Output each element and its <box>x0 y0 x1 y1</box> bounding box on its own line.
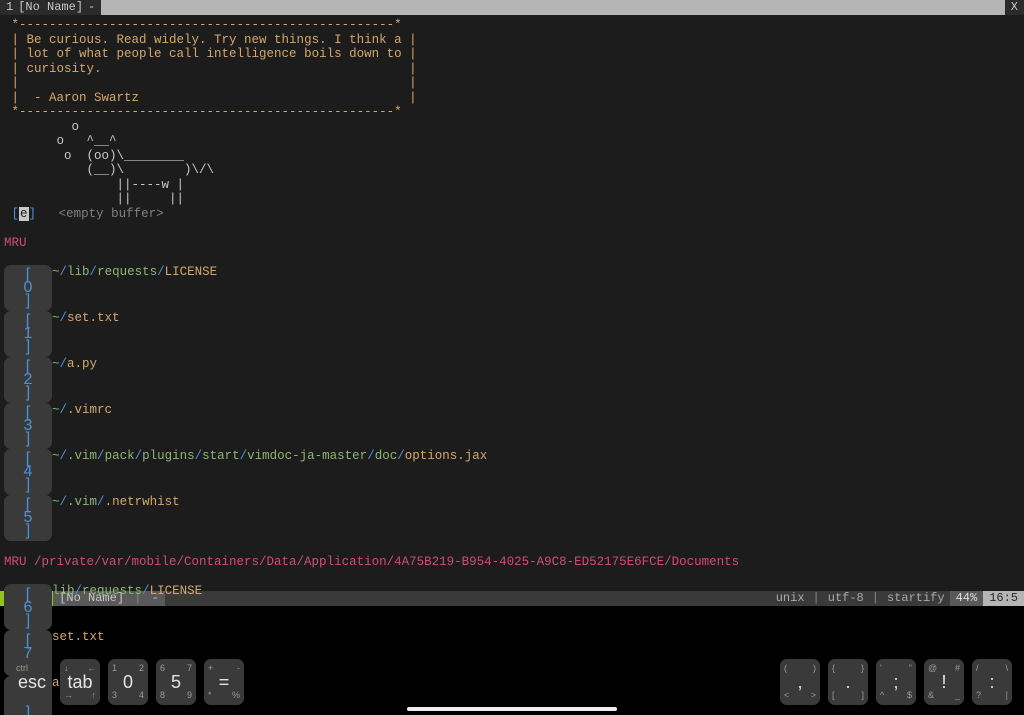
home-indicator <box>407 707 617 711</box>
soft-key[interactable]: 01234 <box>108 659 148 705</box>
mru-list-home: [0] ~/lib/requests/LICENSE [1] ~/set.txt… <box>0 265 1024 541</box>
mru-item[interactable]: [5] ~/.vim/.netrwhist <box>4 495 1024 541</box>
soft-key[interactable]: escctrl <box>12 659 52 705</box>
cow-ascii: o o ^__^ o (oo)\________ (__)\ )\/\ ||--… <box>0 120 1024 207</box>
tab-index: 1 <box>6 0 13 15</box>
soft-key[interactable]: tab↓←→↑ <box>60 659 100 705</box>
mru-item[interactable]: [0] ~/lib/requests/LICENSE <box>4 265 1024 311</box>
mru-heading: MRU <box>0 236 1024 251</box>
blank <box>0 221 1024 236</box>
soft-key[interactable]: .{}[] <box>828 659 868 705</box>
tab-current[interactable]: 1 [No Name] - <box>0 0 101 15</box>
buffer-area: *---------------------------------------… <box>0 15 1024 591</box>
mru-item[interactable]: [3] ~/.vimrc <box>4 403 1024 449</box>
mru2-heading: MRU /private/var/mobile/Containers/Data/… <box>0 555 1024 570</box>
quote-block: *---------------------------------------… <box>0 18 1024 120</box>
soft-key[interactable]: 56789 <box>156 659 196 705</box>
tab-bar: 1 [No Name] - X <box>0 0 1024 15</box>
mru-item[interactable]: [2] ~/a.py <box>4 357 1024 403</box>
blank <box>0 570 1024 585</box>
soft-key[interactable]: ;'"^$ <box>876 659 916 705</box>
blank <box>0 541 1024 556</box>
mru-item[interactable]: [1] ~/set.txt <box>4 311 1024 357</box>
soft-key[interactable]: !@#&_ <box>924 659 964 705</box>
tab-sep: - <box>88 0 95 15</box>
soft-key[interactable]: ,()<> <box>780 659 820 705</box>
blank <box>0 250 1024 265</box>
keyboard-accessory-row: escctrltab↓←→↑0123456789=+-*% ,()<>.{}[]… <box>0 655 1024 715</box>
empty-buffer-entry[interactable]: [e] <empty buffer> <box>0 207 1024 222</box>
tab-close-button[interactable]: X <box>1005 0 1024 15</box>
mru-item[interactable]: [6] lib/requests/LICENSE <box>4 584 1024 630</box>
tab-title: [No Name] <box>18 0 83 15</box>
mru-item[interactable]: [4] ~/.vim/pack/plugins/start/vimdoc-ja-… <box>4 449 1024 495</box>
soft-key[interactable]: =+-*% <box>204 659 244 705</box>
soft-key[interactable]: :/\?| <box>972 659 1012 705</box>
